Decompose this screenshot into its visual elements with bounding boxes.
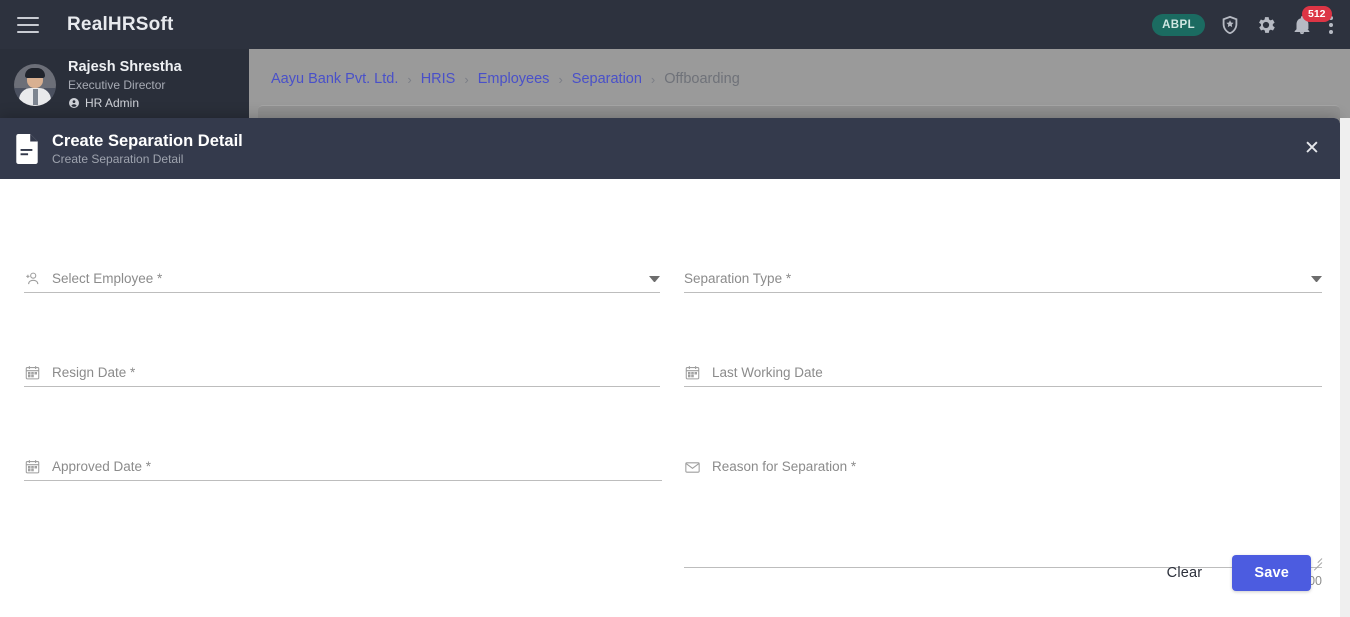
field-label: Resign Date * [52, 365, 136, 380]
modal-header: Create Separation Detail Create Separati… [0, 118, 1340, 179]
org-badge[interactable]: ABPL [1152, 13, 1205, 36]
app-root: RealHRSoft ABPL 512 Aayu Bank Pvt. Ltd. … [0, 0, 1350, 617]
sidebar-user-tag-label: HR Admin [85, 95, 140, 110]
create-separation-detail-modal: Create Separation Detail Create Separati… [0, 118, 1340, 617]
modal-body: Select Employee * Separation Type * Resi… [0, 179, 1340, 617]
envelope-icon [684, 459, 701, 476]
field-label: Approved Date * [52, 459, 152, 474]
person-add-icon [24, 270, 41, 287]
field-select-employee[interactable]: Select Employee * [24, 265, 660, 293]
notification-count-badge: 512 [1302, 5, 1332, 22]
scrollbar-track[interactable] [1340, 118, 1350, 617]
modal-footer: Clear Save [1159, 555, 1311, 591]
top-bar-actions: ABPL 512 [1152, 0, 1338, 49]
field-approved-date[interactable]: Approved Date * [24, 453, 662, 481]
breadcrumb-separator: › [650, 71, 656, 87]
breadcrumb-item-separation[interactable]: Separation [572, 71, 642, 87]
sidebar-user-panel[interactable]: Rajesh Shrestha Executive Director HR Ad… [0, 49, 249, 120]
chevron-down-icon[interactable] [1311, 275, 1322, 282]
breadcrumb-item-company[interactable]: Aayu Bank Pvt. Ltd. [271, 71, 398, 87]
hamburger-icon[interactable] [17, 16, 39, 33]
breadcrumb-item-employees[interactable]: Employees [478, 71, 550, 87]
field-label: Select Employee * [52, 271, 163, 286]
calendar-icon [24, 458, 41, 475]
field-separation-type[interactable]: Separation Type * [684, 265, 1322, 293]
field-last-working-date[interactable]: Last Working Date [684, 359, 1322, 387]
field-reason-for-separation[interactable]: Reason for Separation * 0 / 600 [684, 453, 1323, 588]
bell-icon[interactable]: 512 [1291, 5, 1332, 36]
calendar-icon [24, 364, 41, 381]
top-bar: RealHRSoft ABPL 512 [0, 0, 1350, 49]
breadcrumb-item-offboarding: Offboarding [664, 71, 740, 87]
sidebar-user-name: Rajesh Shrestha [68, 58, 182, 75]
clear-button[interactable]: Clear [1159, 559, 1211, 587]
document-icon [14, 133, 40, 164]
save-button[interactable]: Save [1232, 555, 1311, 591]
sidebar-user-tag: HR Admin [68, 94, 182, 112]
field-label: Last Working Date [712, 365, 823, 380]
sidebar-user-role: Executive Director [68, 77, 166, 92]
breadcrumb-item-hris[interactable]: HRIS [421, 71, 456, 87]
modal-title: Create Separation Detail [52, 131, 243, 150]
gear-icon[interactable] [1255, 14, 1277, 36]
chevron-down-icon[interactable] [649, 275, 660, 282]
breadcrumb-separator: › [464, 71, 469, 87]
breadcrumb-separator: › [407, 71, 412, 87]
close-icon[interactable]: ✕ [1302, 139, 1322, 159]
calendar-icon [684, 364, 701, 381]
app-brand[interactable]: RealHRSoft [67, 14, 174, 36]
breadcrumb-separator: › [558, 71, 563, 87]
shield-star-icon[interactable] [1219, 14, 1241, 36]
textarea-resize-handle[interactable] [1310, 553, 1323, 571]
field-label: Separation Type * [684, 271, 792, 286]
modal-subtitle: Create Separation Detail [52, 151, 184, 166]
avatar [14, 63, 56, 106]
breadcrumb: Aayu Bank Pvt. Ltd. › HRIS › Employees ›… [271, 67, 740, 91]
field-resign-date[interactable]: Resign Date * [24, 359, 660, 387]
user-badge-icon [69, 97, 79, 108]
field-label: Reason for Separation * [712, 459, 857, 474]
